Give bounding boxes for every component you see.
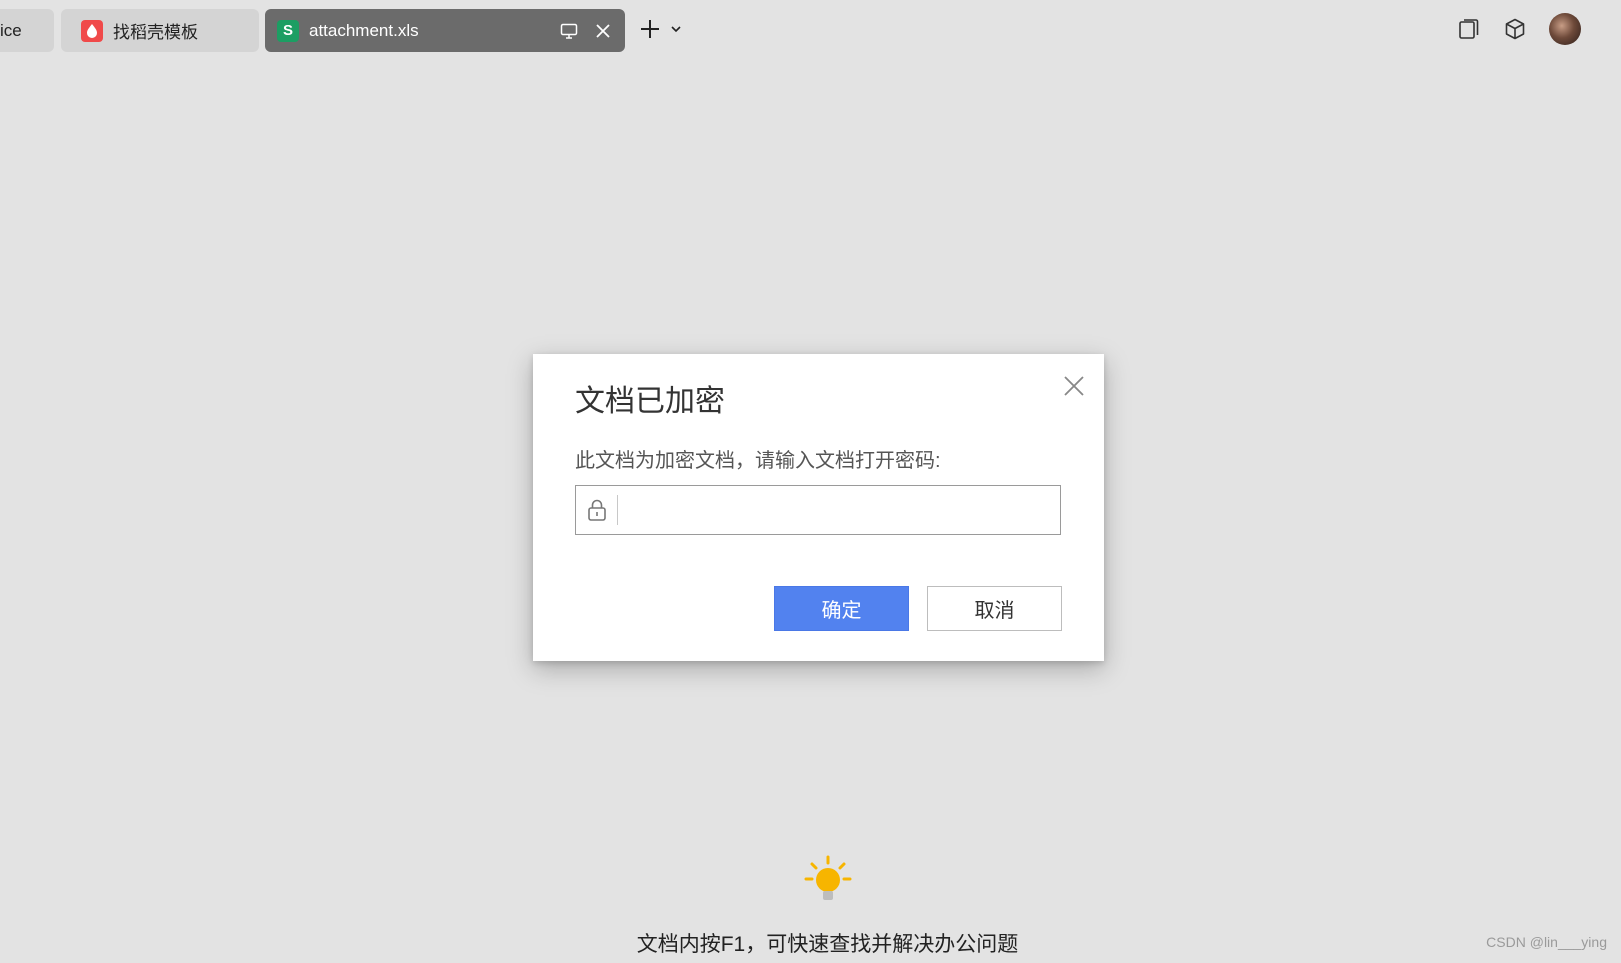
password-input[interactable] (618, 488, 1060, 532)
avatar[interactable] (1549, 13, 1581, 45)
docer-icon (81, 19, 103, 42)
tab-label: 找稻壳模板 (113, 23, 198, 42)
tab-bar: ice 找稻壳模板 S attachment.xls (0, 0, 1621, 62)
chevron-down-icon[interactable] (670, 23, 682, 35)
encrypted-document-dialog: 文档已加密 此文档为加密文档，请输入文档打开密码: 确定 取消 (533, 354, 1104, 661)
close-tab-icon[interactable] (591, 19, 615, 43)
dialog-title: 文档已加密 (575, 385, 725, 418)
tab-office[interactable]: ice (0, 9, 54, 52)
watermark: CSDN @lin___ying (1486, 934, 1607, 950)
tab-label: ice (0, 20, 22, 40)
cancel-button[interactable]: 取消 (927, 586, 1062, 631)
password-field (575, 485, 1061, 535)
windows-icon[interactable] (1457, 17, 1481, 41)
tab-label: attachment.xls (309, 20, 419, 40)
tab-attachment-xls[interactable]: S attachment.xls (265, 9, 625, 52)
cube-icon[interactable] (1503, 17, 1527, 41)
spreadsheet-icon: S (277, 19, 299, 42)
close-icon[interactable] (1062, 374, 1086, 398)
monitor-icon[interactable] (557, 19, 581, 43)
ok-button[interactable]: 确定 (774, 586, 909, 631)
new-tab-icon[interactable] (638, 17, 662, 41)
lightbulb-icon (800, 853, 856, 909)
f1-tip-text: 文档内按F1，可快速查找并解决办公问题 (636, 933, 1019, 956)
lock-icon (576, 495, 618, 525)
tab-docer-templates[interactable]: 找稻壳模板 (61, 9, 259, 52)
dialog-message: 此文档为加密文档，请输入文档打开密码: (575, 450, 941, 472)
